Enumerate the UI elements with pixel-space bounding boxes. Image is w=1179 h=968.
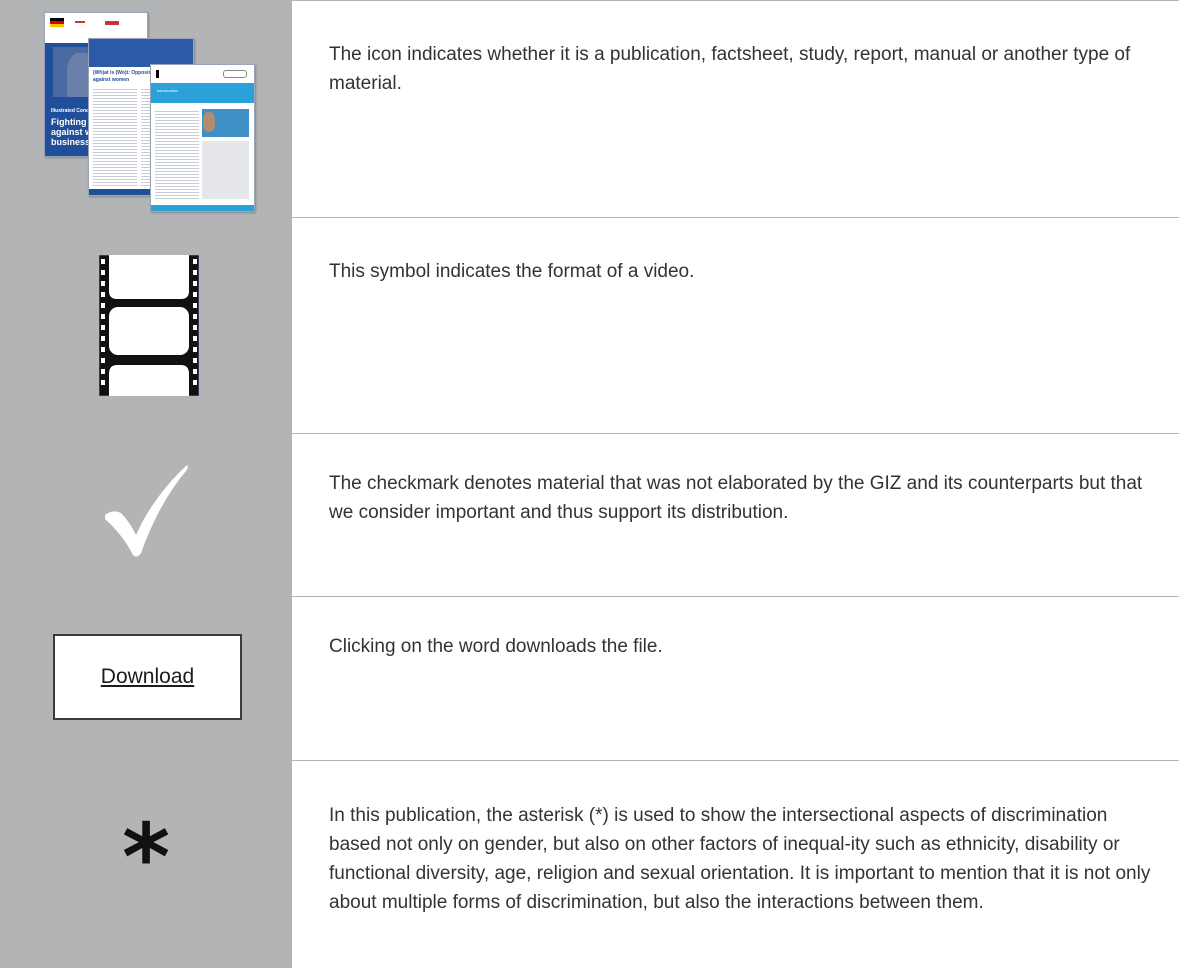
middle-subtitle: against women [93,77,130,83]
asterisk-description: In this publication, the asterisk (*) is… [329,805,1151,913]
legend-row-download: Download Clicking on the word downloads … [0,596,1179,760]
front-title: Introduction [157,88,178,93]
icon-cell [0,433,292,596]
legend-row-asterisk: * In this publication, the asterisk (*) … [0,760,1179,968]
description-cell: The checkmark denotes material that was … [292,433,1179,596]
icon-cell: Illustrated Concepts Fighting vi against… [0,0,292,217]
checkmark-icon [105,465,188,557]
description-cell: The icon indicates whether it is a publi… [292,0,1179,217]
checkmark-description: The checkmark denotes material that was … [329,473,1143,523]
publication-description: The icon indicates whether it is a publi… [329,44,1131,94]
icon-cell: Download [0,596,292,760]
description-cell: This symbol indicates the format of a vi… [292,217,1179,433]
download-description: Clicking on the word downloads the file. [329,636,663,657]
legend-row-video: This symbol indicates the format of a vi… [0,217,1179,433]
legend-row-publication: Illustrated Concepts Fighting vi against… [0,0,1179,217]
publication-stack-icon: Illustrated Concepts Fighting vi against… [42,12,257,212]
legend-row-checkmark: The checkmark denotes material that was … [0,433,1179,596]
film-strip-icon [99,255,199,396]
description-cell: Clicking on the word downloads the file. [292,596,1179,760]
icon-legend-table: Illustrated Concepts Fighting vi against… [0,0,1179,968]
download-link[interactable]: Download [101,665,194,689]
icon-cell [0,217,292,433]
download-button[interactable]: Download [53,634,242,720]
description-cell: In this publication, the asterisk (*) is… [292,760,1179,968]
asterisk-icon: * [121,804,171,911]
publication-page-front: Introduction [150,64,255,212]
icon-cell: * [0,760,292,968]
video-description: This symbol indicates the format of a vi… [329,261,695,282]
